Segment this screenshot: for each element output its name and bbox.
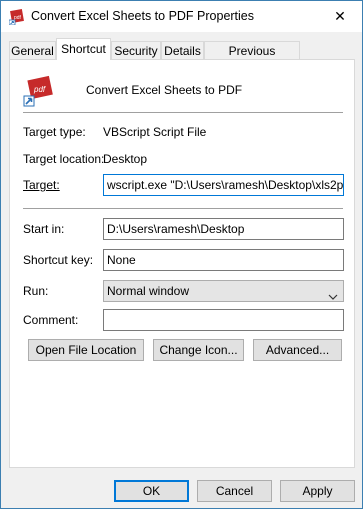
comment-label: Comment: — [23, 313, 79, 327]
tab-security-label: Security — [114, 44, 158, 58]
cancel-button[interactable]: Cancel — [197, 480, 272, 502]
tab-shortcut-label: Shortcut — [61, 42, 106, 56]
close-icon: ✕ — [334, 7, 346, 24]
tab-general[interactable]: General — [9, 41, 56, 59]
chevron-down-icon — [328, 287, 338, 300]
shortcut-key-label: Shortcut key: — [23, 253, 94, 267]
divider-middle — [23, 208, 343, 209]
pdf-file-icon: pdf — [23, 75, 55, 107]
dialog-footer: OK Cancel Apply — [1, 468, 362, 508]
target-type-value: VBScript Script File — [103, 125, 207, 139]
tab-general-label: General — [11, 44, 54, 58]
advanced-label: Advanced... — [265, 343, 330, 357]
tab-details[interactable]: Details — [161, 41, 204, 59]
target-input-text: wscript.exe "D:\Users\ramesh\Desktop\xls… — [107, 178, 344, 192]
ok-label: OK — [142, 484, 161, 498]
properties-window: pdf Convert Excel Sheets to PDF Properti… — [0, 0, 363, 509]
run-select-value: Normal window — [107, 284, 190, 298]
ok-button[interactable]: OK — [114, 480, 189, 502]
open-file-location-label: Open File Location — [35, 343, 137, 357]
tab-previous-versions[interactable]: Previous Versions — [204, 41, 300, 76]
apply-button[interactable]: Apply — [280, 480, 355, 502]
target-location-value: Desktop — [103, 152, 148, 166]
start-in-input-text: D:\Users\ramesh\Desktop — [107, 222, 245, 236]
change-icon-label: Change Icon... — [159, 343, 238, 357]
target-location-label: Target location: — [23, 152, 105, 166]
shortcut-key-input[interactable]: None — [103, 249, 344, 271]
pdf-app-icon: pdf — [8, 9, 25, 26]
target-input[interactable]: wscript.exe "D:\Users\ramesh\Desktop\xls… — [103, 174, 344, 196]
tab-details-label: Details — [164, 44, 201, 58]
advanced-button[interactable]: Advanced... — [253, 339, 342, 361]
tab-strip: General Shortcut Security Details Previo… — [1, 32, 362, 76]
divider-top — [23, 112, 343, 113]
comment-input[interactable] — [103, 309, 344, 331]
open-file-location-button[interactable]: Open File Location — [28, 339, 144, 361]
apply-label: Apply — [302, 484, 333, 498]
window-title: Convert Excel Sheets to PDF Properties — [31, 9, 255, 23]
cancel-label: Cancel — [215, 484, 254, 498]
start-in-label: Start in: — [23, 222, 65, 236]
run-label: Run: — [23, 284, 49, 298]
target-label: Target: — [23, 178, 60, 192]
target-type-label: Target type: — [23, 125, 86, 139]
run-select[interactable]: Normal window — [103, 280, 344, 302]
shortcut-key-input-text: None — [107, 253, 136, 267]
title-bar[interactable]: pdf Convert Excel Sheets to PDF Properti… — [1, 1, 362, 32]
pdf-icon-text: pdf — [33, 85, 46, 94]
tab-shortcut[interactable]: Shortcut — [56, 38, 111, 60]
close-button[interactable]: ✕ — [318, 1, 362, 31]
shortcut-name: Convert Excel Sheets to PDF — [86, 83, 243, 97]
tab-security[interactable]: Security — [111, 41, 161, 59]
shortcut-panel: pdf Convert Excel Sheets to PDF Target t… — [9, 59, 355, 468]
start-in-input[interactable]: D:\Users\ramesh\Desktop — [103, 218, 344, 240]
change-icon-button[interactable]: Change Icon... — [153, 339, 244, 361]
